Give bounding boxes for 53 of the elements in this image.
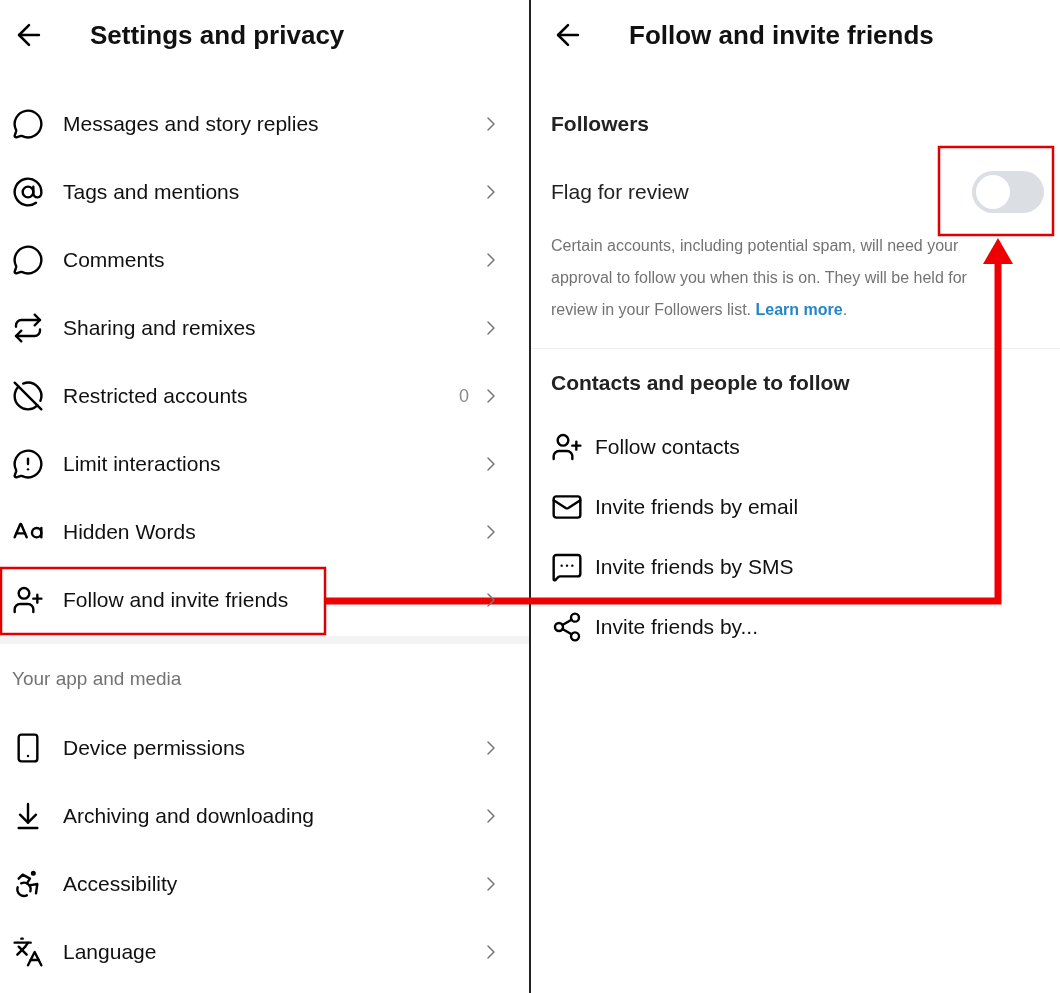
section-heading: Followers <box>551 111 650 138</box>
settings-item[interactable]: Limit interactions <box>0 430 529 498</box>
item-label: Comments <box>63 247 165 274</box>
screen-title: Follow and invite friends <box>629 18 934 52</box>
settings-item[interactable]: Hidden Words <box>0 498 529 566</box>
option-label: Follow contacts <box>595 434 740 461</box>
screen-title: Settings and privacy <box>90 18 345 52</box>
invite-option[interactable]: Follow contacts <box>539 417 1060 477</box>
settings-item[interactable]: Device permissions <box>0 714 529 782</box>
settings-item[interactable]: Tags and mentions <box>0 158 529 226</box>
warning-bubble-icon <box>12 448 44 480</box>
add-person-icon <box>12 584 44 616</box>
speech-bubble-icon <box>12 244 44 276</box>
item-count: 0 <box>459 384 469 408</box>
description-text: Certain accounts, including potential spam, will need your approval to follow you when this is on. They will be held for review in your Followers list. Learn more. <box>550 236 968 320</box>
section-heading: Your app and media <box>12 666 182 691</box>
settings-item[interactable]: Sharing and remixes <box>0 294 529 362</box>
ellipsis-bubble-icon <box>551 551 583 583</box>
option-label: Invite friends by... <box>595 614 759 641</box>
settings-item[interactable]: Messages and story replies <box>0 90 529 158</box>
invite-option[interactable]: Invite friends by... <box>539 597 1060 657</box>
section-heading: Contacts and people to follow <box>551 370 850 397</box>
option-label: Invite friends by SMS <box>595 554 794 581</box>
learn-more-link[interactable]: Learn more <box>755 301 843 318</box>
invite-option[interactable]: Invite friends by SMS <box>539 537 1060 597</box>
add-person-icon <box>551 431 583 463</box>
item-label: Hidden Words <box>63 519 196 546</box>
item-label: Tags and mentions <box>63 179 240 206</box>
at-sign-icon <box>12 176 44 208</box>
share-icon <box>551 611 583 643</box>
translate-icon <box>12 936 44 968</box>
item-label: Sharing and remixes <box>63 315 256 342</box>
item-label: Limit interactions <box>63 451 221 478</box>
settings-item[interactable]: Archiving and downloading <box>0 782 529 850</box>
settings-item[interactable]: Accessibility <box>0 850 529 918</box>
option-label: Invite friends by email <box>595 494 799 521</box>
crossed-circle-icon <box>12 380 44 412</box>
item-label: Follow and invite friends <box>63 587 289 614</box>
item-label: Messages and story replies <box>63 111 319 138</box>
item-label: Language <box>63 939 157 966</box>
invite-option[interactable]: Invite friends by email <box>539 477 1060 537</box>
settings-item[interactable]: Restricted accounts 0 <box>0 362 529 430</box>
settings-item[interactable]: Language <box>0 918 529 986</box>
toggle-switch[interactable] <box>972 171 1044 213</box>
toggle-label: Flag for review <box>551 179 689 206</box>
item-label: Device permissions <box>63 735 246 762</box>
item-label: Archiving and downloading <box>63 803 314 830</box>
repeat-arrows-icon <box>12 312 44 344</box>
settings-item[interactable]: Comments <box>0 226 529 294</box>
settings-item[interactable]: Follow and invite friends <box>0 566 529 634</box>
item-label: Restricted accounts <box>63 383 248 410</box>
chat-bubble-icon <box>12 108 44 140</box>
item-label: Accessibility <box>63 871 178 898</box>
